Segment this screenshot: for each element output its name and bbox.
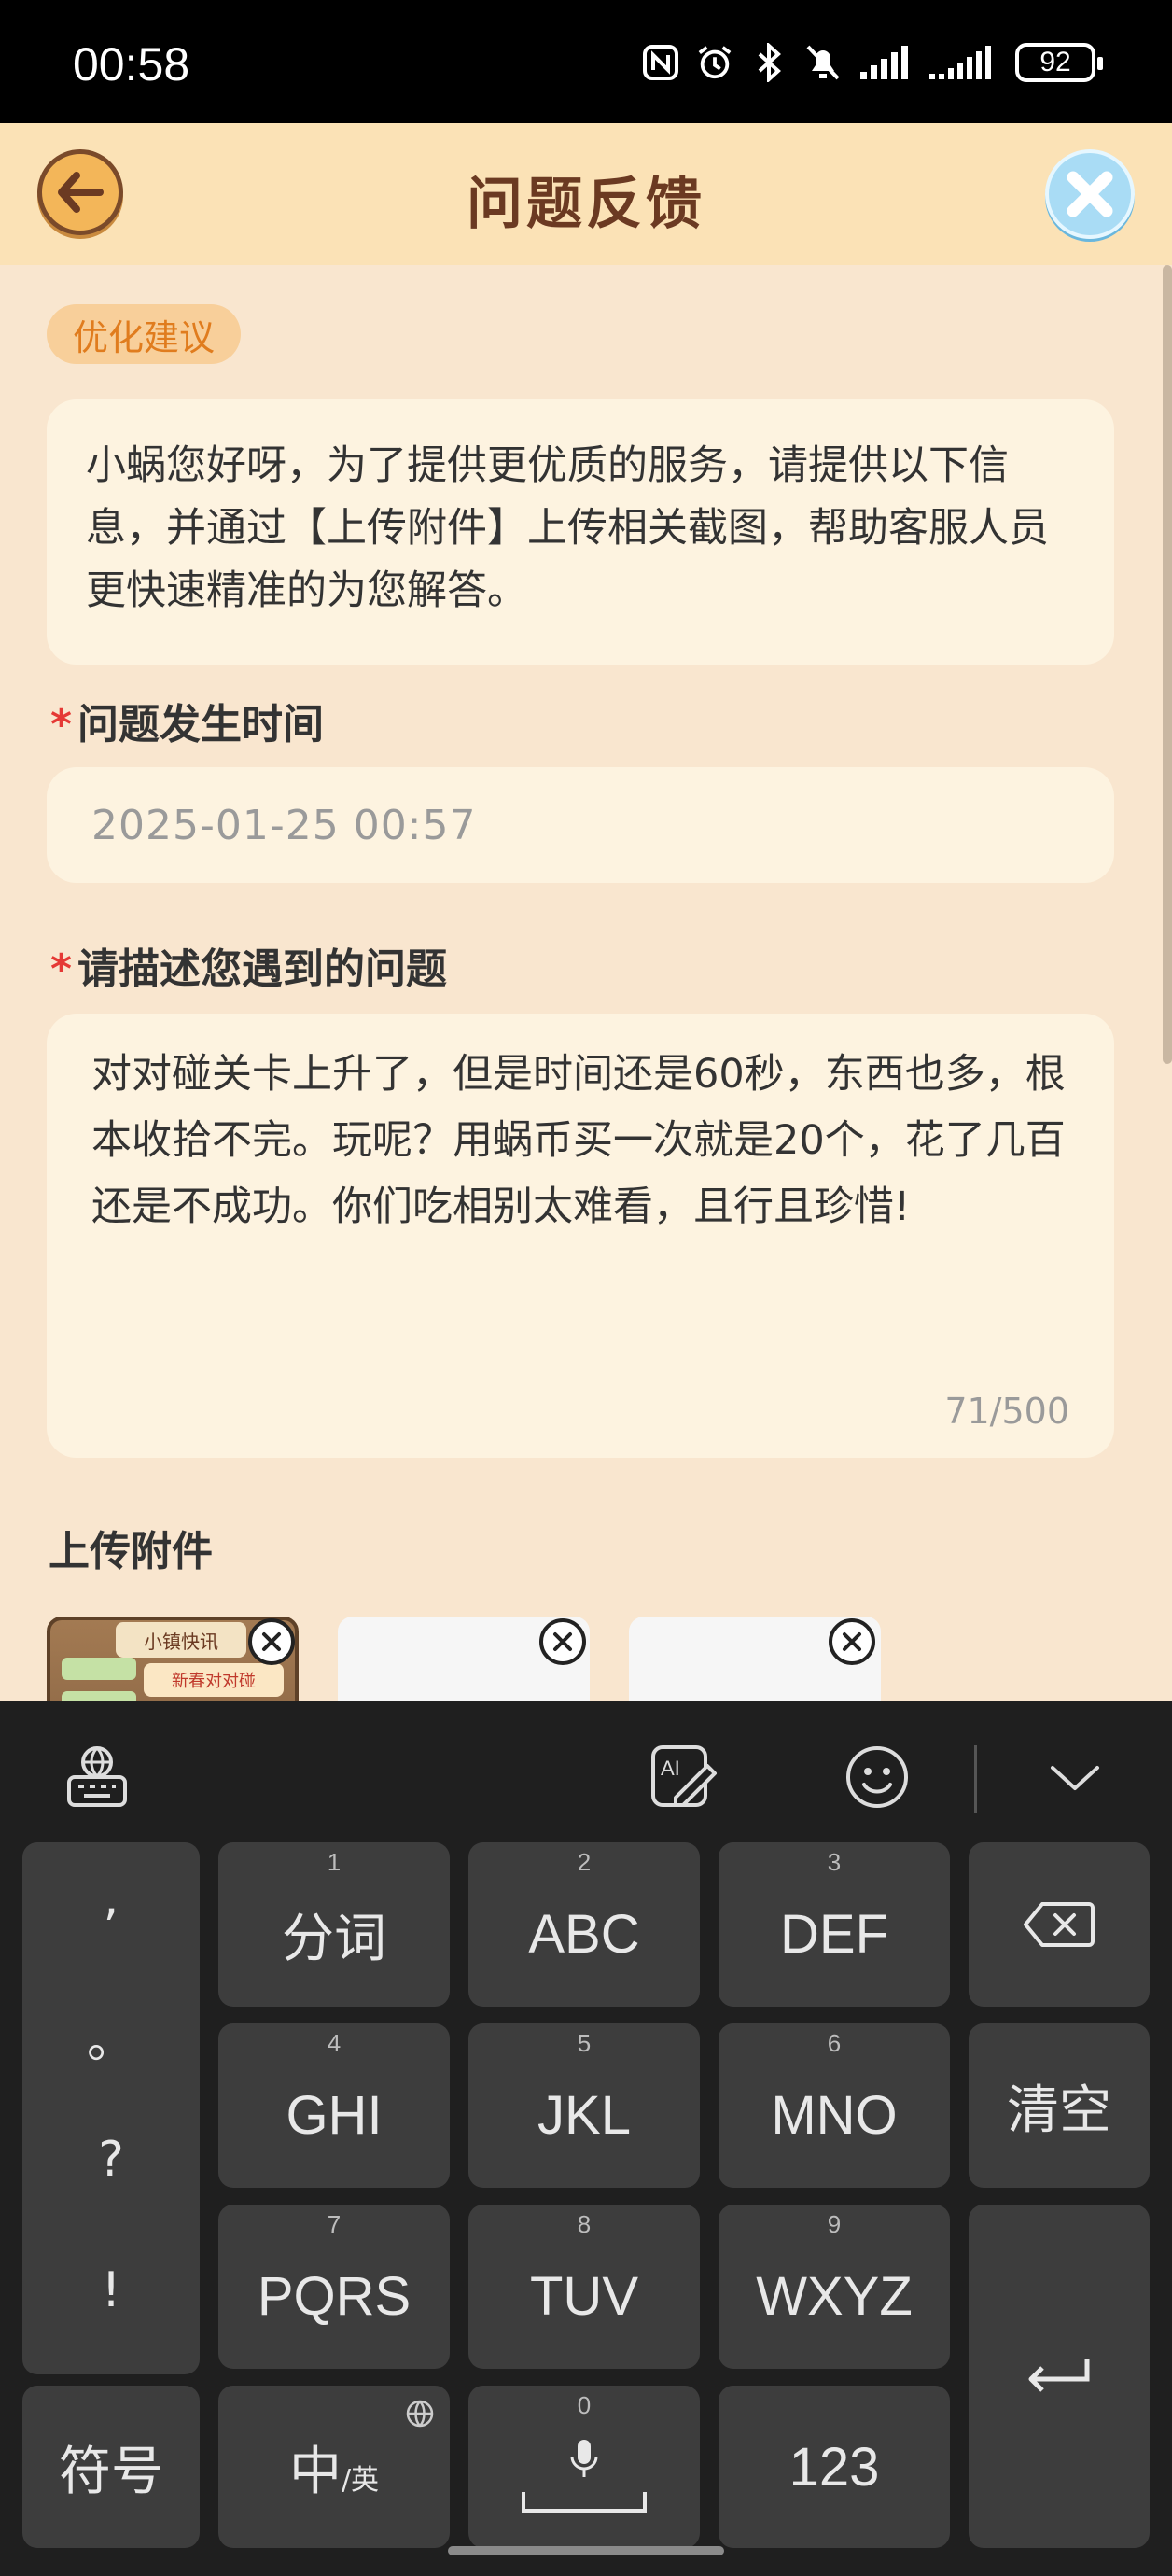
key-label: DEF xyxy=(780,1903,888,1965)
key-label: MNO xyxy=(771,2084,898,2146)
key-3[interactable]: 3 DEF xyxy=(719,1842,950,2007)
key-number: 0 xyxy=(577,2391,592,2419)
key-9[interactable]: 9 WXYZ xyxy=(719,2205,950,2369)
desc-label-text: 请描述您遇到的问题 xyxy=(77,945,448,993)
key-5[interactable]: 5 JKL xyxy=(468,2023,700,2188)
lang-main-label: 中 xyxy=(288,2441,342,2502)
toolbar-divider xyxy=(974,1745,977,1813)
microphone-icon xyxy=(570,2440,598,2477)
close-icon xyxy=(262,1632,281,1651)
signal-icon xyxy=(858,42,911,83)
remove-attachment-2-button[interactable] xyxy=(539,1618,586,1665)
upload-label: 上传附件 xyxy=(49,1528,213,1575)
backspace-icon xyxy=(1024,1902,1095,1947)
close-icon xyxy=(1067,171,1113,217)
key-number: 5 xyxy=(577,2029,592,2057)
backspace-key[interactable] xyxy=(969,1842,1150,2007)
key-label: ABC xyxy=(528,1903,640,1965)
required-mark: * xyxy=(50,945,73,993)
space-key[interactable]: 0 xyxy=(468,2386,700,2548)
punct-period[interactable]: 。 xyxy=(22,2001,200,2071)
status-icons: 92 xyxy=(642,39,1103,86)
language-switch-key[interactable]: 中/英 xyxy=(218,2386,450,2548)
key-number: 9 xyxy=(827,2210,842,2238)
svg-text:AI: AI xyxy=(661,1757,680,1780)
key-label: 分词 xyxy=(282,1908,386,1969)
key-number: 3 xyxy=(827,1848,842,1876)
key-number: 7 xyxy=(327,2210,342,2238)
key-label: 符号 xyxy=(59,2441,163,2502)
alarm-icon xyxy=(696,42,733,83)
category-tag: 优化建议 xyxy=(47,304,242,364)
notice-text: 小蜗您好呀，为了提供更优质的服务，请提供以下信息，并通过【上传附件】上传相关截图… xyxy=(47,399,1114,665)
key-number: 6 xyxy=(827,2029,842,2057)
key-number: 1 xyxy=(327,1848,342,1876)
key-number: 8 xyxy=(577,2210,592,2238)
char-counter: 71/500 xyxy=(944,1391,1069,1432)
clear-key[interactable]: 清空 xyxy=(969,2023,1150,2188)
numbers-key[interactable]: 123 xyxy=(719,2386,950,2548)
key-2[interactable]: 2 ABC xyxy=(468,1842,700,2007)
battery-indicator: 92 xyxy=(1015,43,1103,82)
key-label: 123 xyxy=(788,2436,880,2498)
enter-key[interactable] xyxy=(969,2205,1150,2548)
emoji-icon[interactable] xyxy=(842,1742,913,1813)
key-number: 2 xyxy=(577,1848,592,1876)
thumb-line xyxy=(62,1658,136,1680)
keyboard: AI , 。 ? ! 1 分词 2 ABC 3 DEF 4 GHI 5 JKL xyxy=(0,1701,1172,2576)
key-label: GHI xyxy=(286,2084,383,2146)
time-label-text: 问题发生时间 xyxy=(77,701,325,749)
thumb-banner: 小镇快讯 xyxy=(116,1622,246,1658)
lang-sub-label: /英 xyxy=(341,2464,380,2497)
key-label: 清空 xyxy=(1007,2079,1111,2141)
key-number: 4 xyxy=(327,2029,342,2057)
scrollbar[interactable] xyxy=(1163,265,1172,1064)
key-6[interactable]: 6 MNO xyxy=(719,2023,950,2188)
punct-comma[interactable]: , xyxy=(22,1870,200,1926)
key-label: JKL xyxy=(537,2084,631,2146)
desc-label: * 请描述您遇到的问题 xyxy=(50,935,447,995)
close-icon xyxy=(843,1632,861,1651)
symbols-key[interactable]: 符号 xyxy=(22,2386,200,2548)
page-title: 问题反馈 xyxy=(467,172,705,237)
key-7[interactable]: 7 PQRS xyxy=(218,2205,450,2369)
close-icon xyxy=(553,1632,572,1651)
space-bar-icon xyxy=(522,2492,647,2513)
time-field[interactable]: 2025-01-25 00:57 xyxy=(47,767,1114,883)
key-4[interactable]: 4 GHI xyxy=(218,2023,450,2188)
key-label: PQRS xyxy=(257,2265,412,2327)
remove-attachment-1-button[interactable] xyxy=(248,1618,295,1665)
globe-icon xyxy=(406,2400,434,2428)
status-bar: 00:58 92 xyxy=(0,0,1172,123)
remove-attachment-3-button[interactable] xyxy=(829,1618,875,1665)
home-indicator[interactable] xyxy=(448,2546,724,2555)
top-bar: 问题反馈 xyxy=(0,123,1172,265)
mute-bell-icon xyxy=(804,42,842,83)
signal-2-icon xyxy=(928,42,998,83)
description-text: 对对碰关卡上升了，但是时间还是60秒，东西也多，根本收拾不完。玩呢？用蜗币买一次… xyxy=(91,1051,1066,1230)
required-mark: * xyxy=(50,701,73,749)
nfc-icon xyxy=(642,42,679,83)
punct-exclaim[interactable]: ! xyxy=(22,2262,200,2318)
key-8[interactable]: 8 TUV xyxy=(468,2205,700,2369)
form-scroll-area[interactable]: 优化建议 小蜗您好呀，为了提供更优质的服务，请提供以下信息，并通过【上传附件】上… xyxy=(0,265,1172,1701)
thumb-card: 新春对对碰 xyxy=(144,1663,284,1697)
enter-icon xyxy=(1028,2359,1090,2392)
chevron-down-icon[interactable] xyxy=(1039,1742,1110,1813)
key-1[interactable]: 1 分词 xyxy=(218,1842,450,2007)
keyboard-toolbar: AI xyxy=(0,1701,1172,1850)
key-label: TUV xyxy=(530,2265,638,2327)
ai-write-icon[interactable]: AI xyxy=(648,1742,719,1813)
bluetooth-icon xyxy=(750,42,788,83)
thumb-line xyxy=(62,1691,136,1701)
key-label: WXYZ xyxy=(756,2265,913,2327)
keyboard-settings-icon[interactable] xyxy=(62,1742,133,1813)
punctuation-column[interactable]: , 。 ? ! xyxy=(22,1842,200,2374)
status-time: 00:58 xyxy=(73,38,190,91)
time-label: * 问题发生时间 xyxy=(50,691,324,750)
feedback-page: 问题反馈 优化建议 小蜗您好呀，为了提供更优质的服务，请提供以下信息，并通过【上… xyxy=(0,123,1172,1701)
close-button[interactable] xyxy=(1045,149,1135,239)
punct-question[interactable]: ? xyxy=(22,2132,200,2188)
description-textarea[interactable]: 对对碰关卡上升了，但是时间还是60秒，东西也多，根本收拾不完。玩呢？用蜗币买一次… xyxy=(47,1014,1114,1458)
